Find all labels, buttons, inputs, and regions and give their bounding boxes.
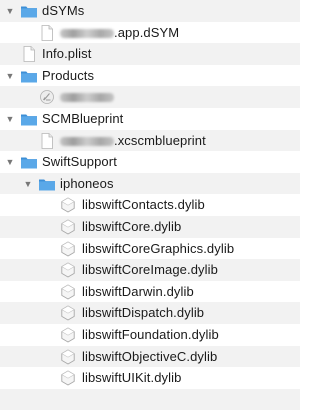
folder-icon (20, 111, 38, 127)
tree-row-dylib[interactable]: libswiftContacts.dylib (0, 194, 300, 216)
dylib-icon (59, 219, 77, 235)
disclosure-triangle-icon[interactable]: ▼ (4, 65, 16, 87)
document-icon (38, 25, 56, 41)
tree-row-scmblueprint-file[interactable]: .xcscmblueprint (0, 129, 300, 152)
tree-row-dsyms[interactable]: ▼ dSYMs (0, 0, 300, 22)
folder-label: SwiftSupport (42, 154, 117, 170)
file-label: libswiftDispatch.dylib (82, 305, 205, 321)
tree-row-dylib[interactable]: libswiftObjectiveC.dylib (0, 345, 300, 368)
folder-icon (20, 68, 38, 84)
tree-row-empty (0, 388, 300, 410)
disclosure-triangle-icon[interactable]: ▼ (4, 0, 16, 22)
redacted-name (60, 93, 114, 103)
dylib-icon (59, 349, 77, 365)
file-label: libswiftCoreImage.dylib (82, 262, 218, 278)
tree-row-dsym-file[interactable]: .app.dSYM (0, 22, 300, 44)
tree-row-swiftsupport[interactable]: ▼ SwiftSupport (0, 151, 300, 173)
redacted-name (60, 28, 114, 38)
file-tree: ▼ dSYMs .app.dSYM Info.plist ▼ Products … (0, 0, 300, 410)
dylib-icon (59, 284, 77, 300)
tree-row-info-plist[interactable]: Info.plist (0, 43, 300, 65)
file-label: libswiftUIKit.dylib (82, 370, 182, 386)
tree-row-iphoneos[interactable]: ▼ iphoneos (0, 172, 300, 195)
file-label: libswiftCore.dylib (82, 218, 182, 234)
dylib-icon (59, 241, 77, 257)
tree-row-dylib[interactable]: libswiftCoreGraphics.dylib (0, 238, 300, 260)
disclosure-triangle-icon[interactable]: ▼ (4, 151, 16, 173)
file-label: libswiftContacts.dylib (82, 197, 205, 213)
tree-row-dylib[interactable]: libswiftCoreImage.dylib (0, 259, 300, 281)
tree-row-products[interactable]: ▼ Products (0, 65, 300, 87)
folder-label: dSYMs (42, 3, 85, 18)
file-label: libswiftDarwin.dylib (82, 283, 194, 299)
folder-icon (38, 176, 56, 192)
tree-row-scmblueprint[interactable]: ▼ SCMBlueprint (0, 108, 300, 130)
file-label-suffix: .xcscmblueprint (114, 132, 206, 148)
app-icon (38, 89, 56, 105)
document-icon (38, 133, 56, 149)
disclosure-triangle-icon[interactable]: ▼ (4, 108, 16, 130)
disclosure-triangle-icon[interactable]: ▼ (22, 173, 34, 195)
dylib-icon (59, 370, 77, 386)
tree-row-dylib[interactable]: libswiftUIKit.dylib (0, 367, 300, 389)
tree-row-dylib[interactable]: libswiftDispatch.dylib (0, 302, 300, 324)
file-label: libswiftCoreGraphics.dylib (82, 240, 235, 256)
document-icon (20, 46, 38, 62)
dylib-icon (59, 197, 77, 213)
folder-label: iphoneos (60, 175, 114, 191)
folder-label: SCMBlueprint (42, 110, 124, 126)
tree-row-product-app[interactable] (0, 86, 300, 108)
folder-label: Products (42, 67, 95, 83)
folder-icon (20, 154, 38, 170)
tree-row-dylib[interactable]: libswiftFoundation.dylib (0, 324, 300, 346)
dylib-icon (59, 327, 77, 343)
dylib-icon (59, 305, 77, 321)
redacted-name (60, 136, 114, 146)
dylib-icon (59, 262, 77, 278)
file-label: Info.plist (42, 46, 92, 62)
file-label: libswiftFoundation.dylib (82, 326, 219, 342)
file-label: libswiftObjectiveC.dylib (82, 348, 218, 364)
tree-row-dylib[interactable]: libswiftCore.dylib (0, 215, 300, 238)
folder-icon (20, 3, 38, 19)
file-label-suffix: .app.dSYM (114, 24, 180, 40)
tree-row-dylib[interactable]: libswiftDarwin.dylib (0, 281, 300, 303)
